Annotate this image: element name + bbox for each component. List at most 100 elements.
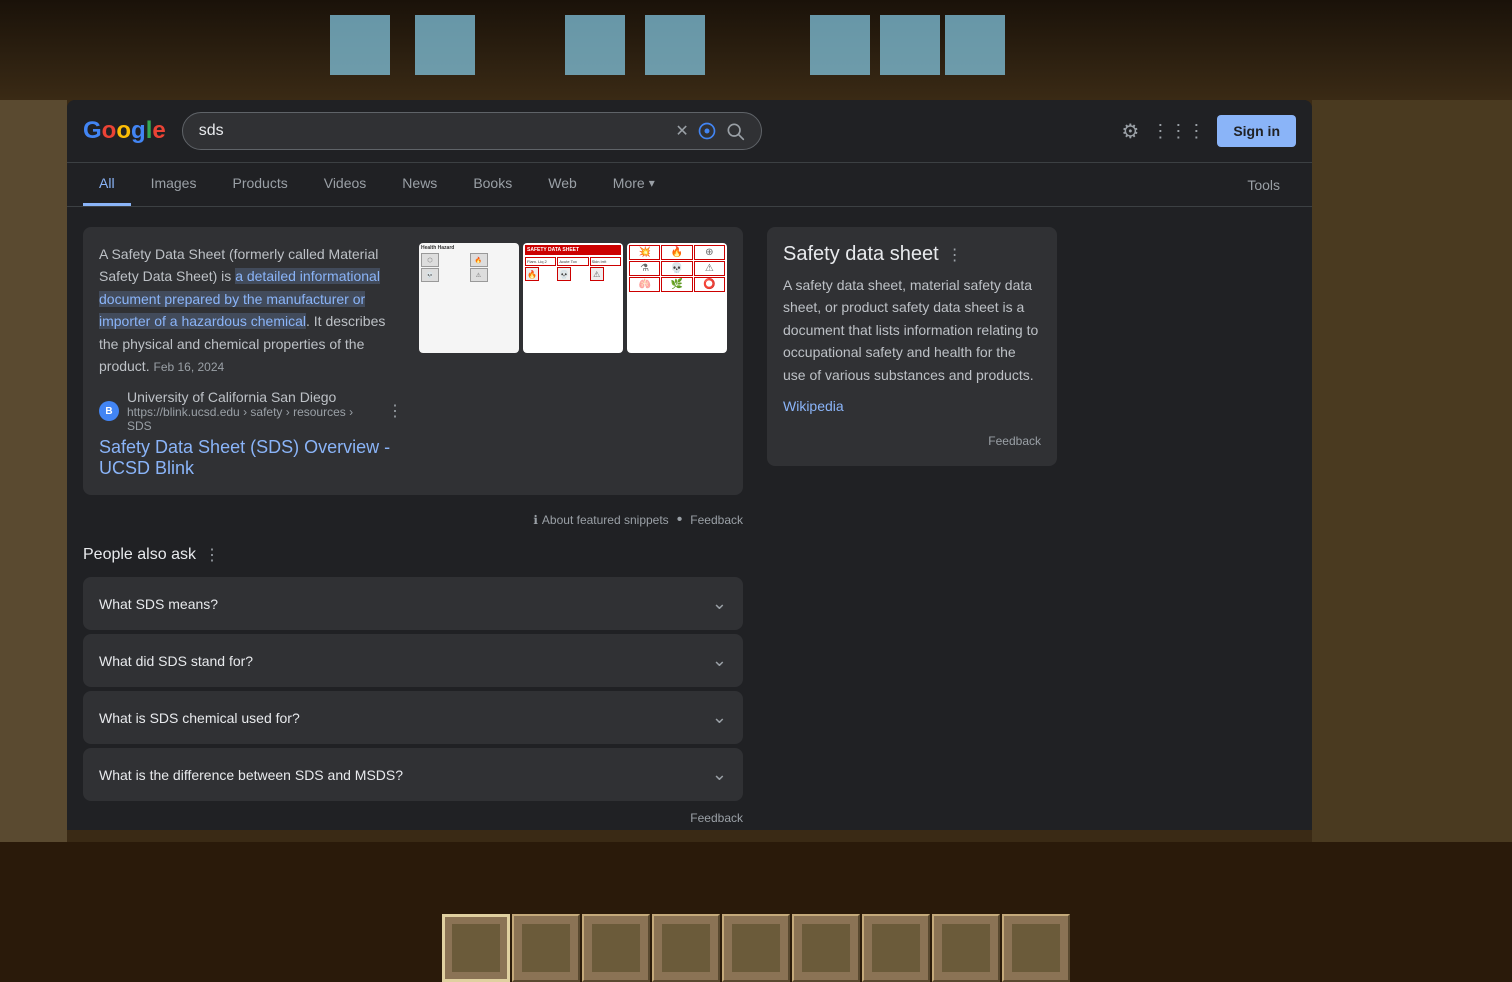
- panel-options-icon[interactable]: ⋮: [947, 245, 963, 265]
- accordion-header-2: What did SDS stand for? ⌄: [83, 634, 743, 687]
- skylight-2: [415, 15, 475, 75]
- snippet-title-link[interactable]: Safety Data Sheet (SDS) Overview - UCSD …: [99, 437, 390, 478]
- people-ask-title: People also ask: [83, 546, 196, 564]
- apps-grid-icon[interactable]: ⋮⋮⋮: [1151, 121, 1205, 142]
- people-ask-feedback-row: Feedback: [83, 809, 743, 827]
- snippet-footer: ℹ About featured snippets • Feedback: [83, 511, 743, 529]
- search-submit-icon[interactable]: [725, 121, 745, 141]
- accordion-question-3: What is SDS chemical used for?: [99, 710, 300, 726]
- accordion-item-1[interactable]: What SDS means? ⌄: [83, 577, 743, 630]
- sign-in-button[interactable]: Sign in: [1217, 115, 1296, 147]
- skylight-5: [810, 15, 870, 75]
- panel-description: A safety data sheet, material safety dat…: [783, 274, 1041, 386]
- tab-books[interactable]: Books: [457, 163, 528, 206]
- panel-title: Safety data sheet ⋮: [783, 243, 1041, 266]
- taskbar-slot-4-inner: [662, 924, 710, 972]
- accordion-item-3[interactable]: What is SDS chemical used for? ⌄: [83, 691, 743, 744]
- taskbar-slot-4[interactable]: [652, 914, 720, 982]
- main-content: A Safety Data Sheet (formerly called Mat…: [67, 207, 1312, 827]
- accordion-arrow-3: ⌄: [712, 707, 727, 728]
- taskbar-slot-8-inner: [942, 924, 990, 972]
- accordion-header-4: What is the difference between SDS and M…: [83, 748, 743, 801]
- taskbar-slot-9-inner: [1012, 924, 1060, 972]
- source-options-icon[interactable]: ⋮: [387, 401, 403, 421]
- taskbar-slot-5[interactable]: [722, 914, 790, 982]
- snippet-image-3[interactable]: 💥 🔥 ⊕ ⚗ 💀 ⚠ 🫁 🌿 ⭕: [627, 243, 727, 353]
- accordion-arrow-1: ⌄: [712, 593, 727, 614]
- taskbar-slot-2[interactable]: [512, 914, 580, 982]
- skylight-1: [330, 15, 390, 75]
- accordion-header-1: What SDS means? ⌄: [83, 577, 743, 630]
- accordion-item-4[interactable]: What is the difference between SDS and M…: [83, 748, 743, 801]
- browser-header: Google ✕ ⚙ ⋮⋮⋮: [67, 100, 1312, 163]
- right-column: Safety data sheet ⋮ A safety data sheet,…: [767, 227, 1057, 807]
- taskbar-slot-5-inner: [732, 924, 780, 972]
- tab-products[interactable]: Products: [216, 163, 303, 206]
- accordion-question-2: What did SDS stand for?: [99, 653, 253, 669]
- snippet-text: A Safety Data Sheet (formerly called Mat…: [99, 243, 403, 377]
- taskbar-slot-2-inner: [522, 924, 570, 972]
- tab-tools[interactable]: Tools: [1231, 165, 1296, 205]
- snippet-image-1[interactable]: Health Hazard ⬡ 🔥 💀 ⚠: [419, 243, 519, 353]
- tab-images[interactable]: Images: [135, 163, 213, 206]
- snippet-body: A Safety Data Sheet (formerly called Mat…: [99, 243, 403, 479]
- accordion-item-2[interactable]: What did SDS stand for? ⌄: [83, 634, 743, 687]
- clear-search-button[interactable]: ✕: [675, 121, 688, 141]
- snippet-date: Feb 16, 2024: [153, 360, 224, 374]
- people-ask-feedback-button[interactable]: Feedback: [690, 811, 743, 825]
- settings-icon[interactable]: ⚙: [1121, 119, 1139, 144]
- header-controls: ⚙ ⋮⋮⋮ Sign in: [1121, 115, 1296, 147]
- accordion-question-4: What is the difference between SDS and M…: [99, 767, 403, 783]
- tab-videos[interactable]: Videos: [308, 163, 383, 206]
- search-input[interactable]: [199, 122, 668, 140]
- accordion-arrow-4: ⌄: [712, 764, 727, 785]
- snippet-source: B University of California San Diego htt…: [99, 389, 403, 433]
- taskbar-slot-1[interactable]: [442, 914, 510, 982]
- source-name: University of California San Diego: [127, 389, 379, 405]
- source-url: https://blink.ucsd.edu › safety › resour…: [127, 405, 379, 433]
- taskbar-slot-9[interactable]: [1002, 914, 1070, 982]
- taskbar-slot-3[interactable]: [582, 914, 650, 982]
- panel-wikipedia-link[interactable]: Wikipedia: [783, 398, 844, 414]
- minecraft-top-wall: [0, 0, 1512, 100]
- source-favicon: B: [99, 401, 119, 421]
- accordion-question-1: What SDS means?: [99, 596, 218, 612]
- accordion-header-3: What is SDS chemical used for? ⌄: [83, 691, 743, 744]
- info-icon: ℹ: [533, 513, 538, 527]
- tab-news[interactable]: News: [386, 163, 453, 206]
- browser-window: Google ✕ ⚙ ⋮⋮⋮: [67, 100, 1312, 830]
- about-snippets-link[interactable]: ℹ About featured snippets: [533, 513, 668, 527]
- skylight-7: [945, 15, 1005, 75]
- tab-all[interactable]: All: [83, 163, 131, 206]
- accordion-arrow-2: ⌄: [712, 650, 727, 671]
- people-ask-options-icon[interactable]: ⋮: [204, 545, 220, 565]
- minecraft-taskbar: [442, 914, 1070, 982]
- skylight-3: [565, 15, 625, 75]
- search-bar-container: ✕: [182, 112, 762, 150]
- tab-more[interactable]: More ▾: [597, 163, 671, 206]
- snippet-image-2[interactable]: SAFETY DATA SHEET Flam. Liq 2 Acute Tox …: [523, 243, 623, 353]
- google-logo: Google: [83, 117, 166, 145]
- skylight-6: [880, 15, 940, 75]
- tab-web[interactable]: Web: [532, 163, 593, 206]
- snippet-images: Health Hazard ⬡ 🔥 💀 ⚠ SAFETY DA: [419, 243, 727, 479]
- featured-snippet: A Safety Data Sheet (formerly called Mat…: [83, 227, 743, 495]
- knowledge-panel: Safety data sheet ⋮ A safety data sheet,…: [767, 227, 1057, 466]
- panel-feedback-button[interactable]: Feedback: [988, 434, 1041, 448]
- left-column: A Safety Data Sheet (formerly called Mat…: [83, 227, 743, 807]
- people-ask-header: People also ask ⋮: [83, 545, 743, 565]
- skylight-4: [645, 15, 705, 75]
- snippet-feedback-link[interactable]: Feedback: [690, 513, 743, 527]
- taskbar-slot-1-inner: [452, 924, 500, 972]
- taskbar-slot-7-inner: [872, 924, 920, 972]
- people-also-ask-section: People also ask ⋮ What SDS means? ⌄ What…: [83, 545, 743, 827]
- taskbar-slot-8[interactable]: [932, 914, 1000, 982]
- google-lens-icon[interactable]: [697, 121, 717, 141]
- nav-tabs: All Images Products Videos News Books We…: [67, 163, 1312, 207]
- taskbar-slot-6[interactable]: [792, 914, 860, 982]
- more-chevron-icon: ▾: [649, 176, 655, 190]
- taskbar-slot-7[interactable]: [862, 914, 930, 982]
- taskbar-slot-6-inner: [802, 924, 850, 972]
- taskbar-slot-3-inner: [592, 924, 640, 972]
- panel-feedback-row: Feedback: [783, 432, 1041, 450]
